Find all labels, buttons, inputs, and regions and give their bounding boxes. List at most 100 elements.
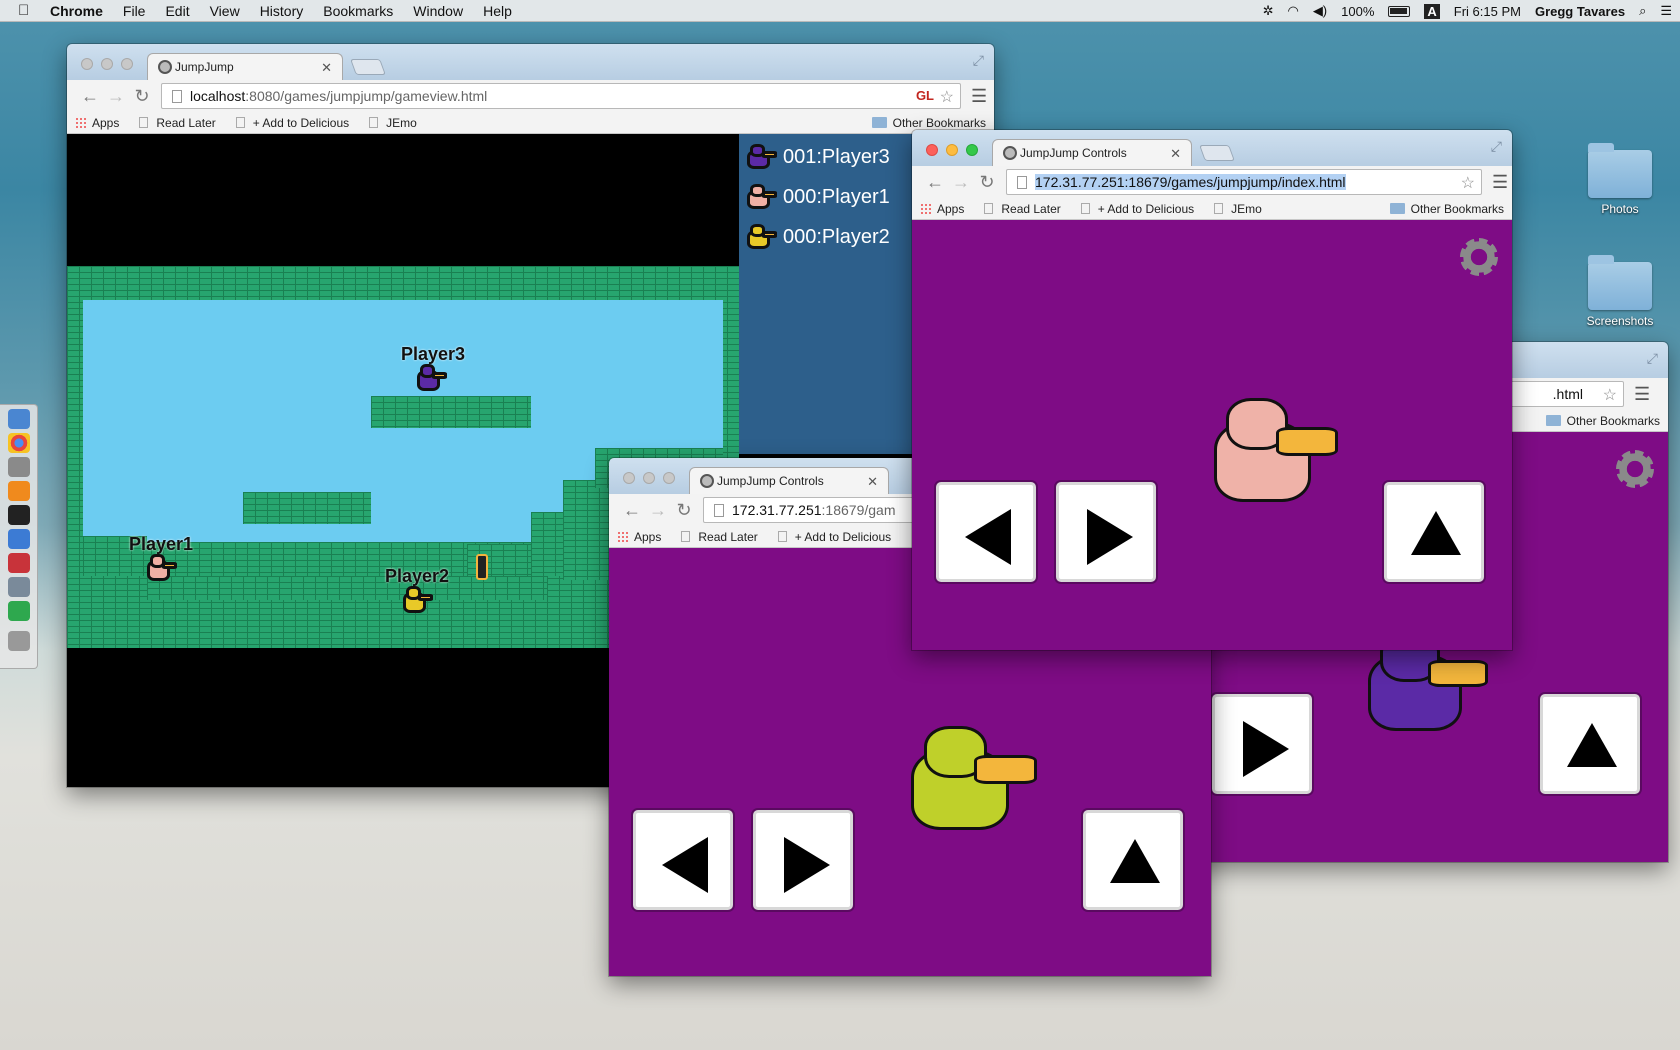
bookmark-other[interactable]: Other Bookmarks bbox=[1389, 202, 1504, 216]
bookmark-apps[interactable]: Apps bbox=[617, 530, 661, 544]
bookmark-add-delicious[interactable]: + Add to Delicious bbox=[777, 530, 891, 544]
menu-edit[interactable]: Edit bbox=[165, 3, 189, 19]
app-icon[interactable] bbox=[7, 577, 30, 597]
battery-icon[interactable] bbox=[1388, 5, 1411, 17]
fullscreen-icon[interactable]: ⤢ bbox=[973, 52, 984, 69]
address-bar[interactable]: localhost:8080/games/jumpjump/gameview.h… bbox=[161, 83, 961, 109]
vlc-icon[interactable] bbox=[7, 481, 30, 501]
menu-bookmarks[interactable]: Bookmarks bbox=[323, 3, 393, 19]
new-tab-button[interactable] bbox=[350, 59, 386, 75]
back-button[interactable]: ← bbox=[619, 500, 645, 521]
bookmark-apps[interactable]: Apps bbox=[75, 116, 119, 130]
menu-help[interactable]: Help bbox=[483, 3, 512, 19]
close-window-button[interactable] bbox=[926, 144, 938, 156]
apple-icon[interactable]:  bbox=[18, 2, 36, 19]
forward-button[interactable]: → bbox=[103, 86, 129, 107]
back-button[interactable]: ← bbox=[77, 86, 103, 107]
close-window-button[interactable] bbox=[81, 58, 93, 70]
jump-button[interactable] bbox=[1540, 694, 1640, 794]
menu-file[interactable]: File bbox=[123, 3, 146, 19]
address-bar[interactable]: 172.31.77.251:18679/games/jumpjump/index… bbox=[1006, 169, 1482, 195]
player-label: Player1 bbox=[129, 534, 194, 554]
close-tab-icon[interactable]: ✕ bbox=[867, 474, 878, 490]
new-tab-button[interactable] bbox=[1199, 145, 1235, 161]
menu-app[interactable]: Chrome bbox=[50, 3, 103, 19]
bookmark-jemo[interactable]: JEmo bbox=[369, 116, 417, 130]
page-icon bbox=[1080, 203, 1090, 214]
chrome-menu-icon[interactable]: ☰ bbox=[1634, 384, 1650, 405]
bookmark-apps[interactable]: Apps bbox=[920, 202, 964, 216]
chrome-menu-icon[interactable]: ☰ bbox=[971, 86, 987, 107]
gl-extension-icon[interactable]: GL bbox=[916, 88, 934, 103]
fullscreen-icon[interactable]: ⤢ bbox=[1647, 350, 1658, 367]
forward-button[interactable]: → bbox=[948, 172, 974, 193]
minimize-window-button[interactable] bbox=[946, 144, 958, 156]
fullscreen-icon[interactable]: ⤢ bbox=[1491, 138, 1502, 155]
tab-jumpjump-controls[interactable]: JumpJump Controls ✕ bbox=[689, 467, 889, 494]
score-bird-icon bbox=[747, 224, 777, 252]
close-window-button[interactable] bbox=[623, 472, 635, 484]
desktop-label: Screenshots bbox=[1586, 314, 1654, 328]
system-preferences-icon[interactable] bbox=[7, 457, 30, 477]
minimize-window-button[interactable] bbox=[101, 58, 113, 70]
reload-button[interactable]: ↻ bbox=[974, 172, 1000, 193]
trash-icon[interactable] bbox=[7, 631, 30, 651]
desktop-folder-photos[interactable]: Photos bbox=[1565, 143, 1675, 216]
close-tab-icon[interactable]: ✕ bbox=[1170, 146, 1181, 162]
app-icon[interactable] bbox=[7, 529, 30, 549]
clock[interactable]: Fri 6:15 PM bbox=[1454, 4, 1521, 19]
forward-button[interactable]: → bbox=[645, 500, 671, 521]
bookmark-star-icon[interactable]: ☆ bbox=[940, 87, 954, 107]
move-left-button[interactable] bbox=[633, 810, 733, 910]
move-left-button[interactable] bbox=[936, 482, 1036, 582]
spotlight-icon[interactable]: ⌕ bbox=[1639, 3, 1646, 19]
reload-button[interactable]: ↻ bbox=[671, 500, 697, 521]
tab-jumpjump[interactable]: JumpJump ✕ bbox=[147, 53, 343, 80]
desktop-folder-screenshots[interactable]: Screenshots bbox=[1565, 255, 1675, 328]
move-right-button[interactable] bbox=[753, 810, 853, 910]
zoom-window-button[interactable] bbox=[966, 144, 978, 156]
reload-button[interactable]: ↻ bbox=[129, 86, 155, 107]
wifi-icon[interactable]: ◠ bbox=[1287, 3, 1298, 19]
bookmark-jemo[interactable]: JEmo bbox=[1214, 202, 1262, 216]
chrome-icon[interactable] bbox=[7, 433, 30, 453]
finder-icon[interactable] bbox=[7, 409, 30, 429]
gear-icon[interactable] bbox=[1616, 450, 1654, 488]
zoom-window-button[interactable] bbox=[121, 58, 133, 70]
app-icon[interactable] bbox=[7, 553, 30, 573]
bookmark-add-delicious[interactable]: + Add to Delicious bbox=[1080, 202, 1194, 216]
bookmark-read-later[interactable]: Read Later bbox=[984, 201, 1061, 216]
score-entry: 001:Player3 bbox=[783, 146, 890, 168]
gear-icon[interactable] bbox=[1460, 238, 1498, 276]
terminal-icon[interactable] bbox=[7, 505, 30, 525]
close-tab-icon[interactable]: ✕ bbox=[321, 60, 332, 76]
bluetooth-icon[interactable]: ✲ bbox=[1263, 3, 1274, 19]
menu-view[interactable]: View bbox=[210, 3, 240, 19]
user-name[interactable]: Gregg Tavares bbox=[1535, 4, 1625, 19]
menu-history[interactable]: History bbox=[260, 3, 304, 19]
zoom-window-button[interactable] bbox=[663, 472, 675, 484]
volume-icon[interactable]: ◀) bbox=[1313, 3, 1327, 19]
app-icon[interactable] bbox=[7, 601, 30, 621]
bookmark-other[interactable]: Other Bookmarks bbox=[871, 116, 986, 130]
move-right-button[interactable] bbox=[1212, 694, 1312, 794]
bookmark-read-later[interactable]: Read Later bbox=[681, 530, 758, 544]
move-right-button[interactable] bbox=[1056, 482, 1156, 582]
back-button[interactable]: ← bbox=[922, 172, 948, 193]
bookmark-star-icon[interactable]: ☆ bbox=[1461, 173, 1475, 193]
bookmark-star-icon[interactable]: ☆ bbox=[1603, 385, 1617, 405]
chrome-menu-icon[interactable]: ☰ bbox=[1492, 172, 1508, 193]
menu-window[interactable]: Window bbox=[413, 3, 463, 19]
jump-button[interactable] bbox=[1083, 810, 1183, 910]
bookmark-other[interactable]: Other Bookmarks bbox=[1545, 414, 1660, 428]
bookmark-read-later[interactable]: Read Later bbox=[139, 116, 216, 130]
jump-button[interactable] bbox=[1384, 482, 1484, 582]
tab-jumpjump-controls[interactable]: JumpJump Controls ✕ bbox=[992, 139, 1192, 166]
bookmark-add-delicious[interactable]: + Add to Delicious bbox=[235, 116, 349, 130]
menu-bar:  Chrome File Edit View History Bookmark… bbox=[0, 0, 1680, 22]
folder-icon bbox=[1545, 415, 1561, 426]
bookmark-label: Read Later bbox=[1001, 201, 1061, 216]
notification-center-icon[interactable]: ☰ bbox=[1660, 3, 1672, 19]
minimize-window-button[interactable] bbox=[643, 472, 655, 484]
input-source-icon[interactable]: A bbox=[1424, 3, 1440, 19]
